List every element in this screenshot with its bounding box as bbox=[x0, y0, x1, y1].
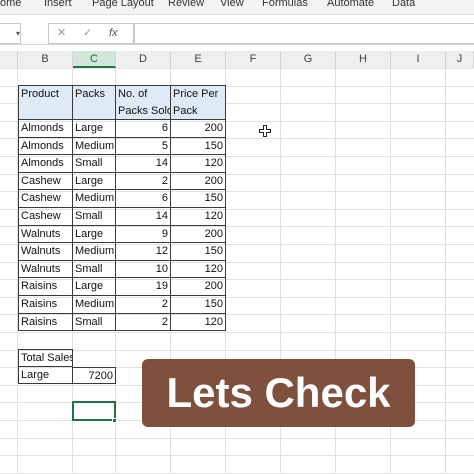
header-line-2: Pack bbox=[173, 105, 198, 117]
cursor-cross-icon bbox=[259, 125, 271, 137]
table-cell[interactable]: Almonds bbox=[18, 120, 73, 138]
table-cell[interactable]: Small bbox=[73, 260, 116, 279]
table-cell[interactable]: 120 bbox=[171, 208, 226, 226]
spreadsheet-window: ome Insert Page Layout Review View Formu… bbox=[0, 0, 474, 474]
tab-formulas[interactable]: Formulas bbox=[262, 0, 308, 9]
table-cell[interactable]: 12 bbox=[116, 243, 171, 261]
table-cell[interactable]: Cashew bbox=[18, 208, 73, 226]
table-cell[interactable]: Large bbox=[73, 120, 116, 138]
column-header-row: B C D E F G H I J bbox=[0, 51, 474, 69]
table-cell[interactable]: Raisins bbox=[18, 313, 73, 332]
total-sales-label[interactable]: Total Sales bbox=[18, 349, 73, 367]
table-cell[interactable]: Walnuts bbox=[18, 225, 73, 244]
formula-bar-buttons: ✕ ✓ fx bbox=[48, 23, 134, 44]
header-line-1: Price Per bbox=[173, 88, 219, 100]
table-header-cell[interactable]: Price Per Pack bbox=[171, 85, 226, 120]
table-cell[interactable]: 10 bbox=[116, 260, 171, 279]
table-cell[interactable]: 200 bbox=[171, 172, 226, 191]
table-cell[interactable]: 9 bbox=[116, 225, 171, 244]
column-header-J[interactable]: J bbox=[446, 51, 474, 68]
table-cell[interactable]: 150 bbox=[171, 190, 226, 208]
table-cell[interactable]: Medium bbox=[73, 243, 116, 261]
column-header-F[interactable]: F bbox=[226, 51, 281, 68]
table-cell[interactable]: 14 bbox=[116, 208, 171, 226]
table-cell[interactable]: Raisins bbox=[18, 296, 73, 314]
fill-handle[interactable] bbox=[112, 418, 117, 423]
table-cell[interactable]: Walnuts bbox=[18, 260, 73, 279]
table-cell[interactable]: 2 bbox=[116, 296, 171, 314]
tab-view[interactable]: View bbox=[220, 0, 244, 9]
selected-cell[interactable] bbox=[72, 401, 116, 421]
cancel-icon[interactable]: ✕ bbox=[57, 24, 66, 43]
lets-check-banner: Lets Check bbox=[142, 359, 415, 427]
table-cell[interactable]: Medium bbox=[73, 296, 116, 314]
table-cell[interactable]: Medium bbox=[73, 137, 116, 156]
tab-home[interactable]: ome bbox=[0, 0, 21, 9]
table-cell[interactable]: Cashew bbox=[18, 190, 73, 208]
table-header-cell[interactable]: Product bbox=[18, 85, 73, 120]
tab-automate[interactable]: Automate bbox=[327, 0, 374, 9]
total-sales-value[interactable]: 7200 bbox=[73, 366, 116, 385]
formula-bar: ▾ ✕ ✓ fx bbox=[0, 22, 474, 45]
column-header-G[interactable]: G bbox=[281, 51, 336, 68]
header-line-2: Product bbox=[21, 88, 59, 100]
tab-review[interactable]: Review bbox=[168, 0, 204, 9]
table-cell[interactable]: Cashew bbox=[18, 172, 73, 191]
table-cell[interactable]: 200 bbox=[171, 120, 226, 138]
enter-icon[interactable]: ✓ bbox=[83, 24, 92, 43]
table-cell[interactable]: 2 bbox=[116, 172, 171, 191]
table-cell[interactable]: 150 bbox=[171, 243, 226, 261]
table-cell[interactable]: 14 bbox=[116, 155, 171, 173]
header-line-2: Packs bbox=[75, 88, 105, 100]
table-cell[interactable]: 19 bbox=[116, 278, 171, 296]
table-cell[interactable]: 120 bbox=[171, 260, 226, 279]
tab-insert[interactable]: Insert bbox=[44, 0, 72, 9]
table-cell[interactable]: Small bbox=[73, 313, 116, 332]
column-header-C[interactable]: C bbox=[73, 51, 116, 68]
table-cell[interactable]: 150 bbox=[171, 137, 226, 156]
name-box[interactable]: ▾ bbox=[0, 23, 21, 44]
function-icon[interactable]: fx bbox=[109, 24, 118, 43]
table-cell[interactable]: Walnuts bbox=[18, 243, 73, 261]
column-header-E[interactable]: E bbox=[171, 51, 226, 68]
table-cell[interactable]: Medium bbox=[73, 190, 116, 208]
formula-input[interactable] bbox=[134, 23, 474, 44]
ribbon-tabs: ome Insert Page Layout Review View Formu… bbox=[0, 0, 474, 15]
column-header-H[interactable]: H bbox=[336, 51, 391, 68]
table-cell[interactable]: 200 bbox=[171, 278, 226, 296]
header-line-1: No. of bbox=[118, 88, 148, 100]
tab-data[interactable]: Data bbox=[392, 0, 415, 9]
table-cell[interactable]: 150 bbox=[171, 296, 226, 314]
column-header-A[interactable] bbox=[0, 51, 18, 68]
table-cell[interactable]: 200 bbox=[171, 225, 226, 244]
table-cell[interactable]: 5 bbox=[116, 137, 171, 156]
table-cell[interactable]: Small bbox=[73, 208, 116, 226]
table-cell[interactable]: 6 bbox=[116, 120, 171, 138]
column-header-I[interactable]: I bbox=[391, 51, 446, 68]
table-cell[interactable]: 120 bbox=[171, 313, 226, 332]
table-cell[interactable]: Almonds bbox=[18, 137, 73, 156]
name-box-dropdown-icon[interactable]: ▾ bbox=[16, 29, 20, 38]
table-header-cell[interactable]: Packs bbox=[73, 85, 116, 120]
column-header-B[interactable]: B bbox=[18, 51, 73, 68]
table-cell[interactable]: 120 bbox=[171, 155, 226, 173]
table-cell[interactable]: Almonds bbox=[18, 155, 73, 173]
table-cell[interactable]: Large bbox=[73, 225, 116, 244]
tab-page-layout[interactable]: Page Layout bbox=[92, 0, 154, 9]
table-header-cell[interactable]: No. of Packs Sold bbox=[116, 85, 171, 120]
table-cell[interactable]: Large bbox=[73, 278, 116, 296]
table-cell[interactable]: Raisins bbox=[18, 278, 73, 296]
column-header-D[interactable]: D bbox=[116, 51, 171, 68]
header-line-2: Packs Sold bbox=[118, 105, 171, 117]
table-cell[interactable]: 6 bbox=[116, 190, 171, 208]
table-cell[interactable]: Large bbox=[73, 172, 116, 191]
table-cell[interactable]: Small bbox=[73, 155, 116, 173]
table-cell[interactable]: 2 bbox=[116, 313, 171, 332]
total-sales-pack[interactable]: Large bbox=[18, 366, 73, 385]
